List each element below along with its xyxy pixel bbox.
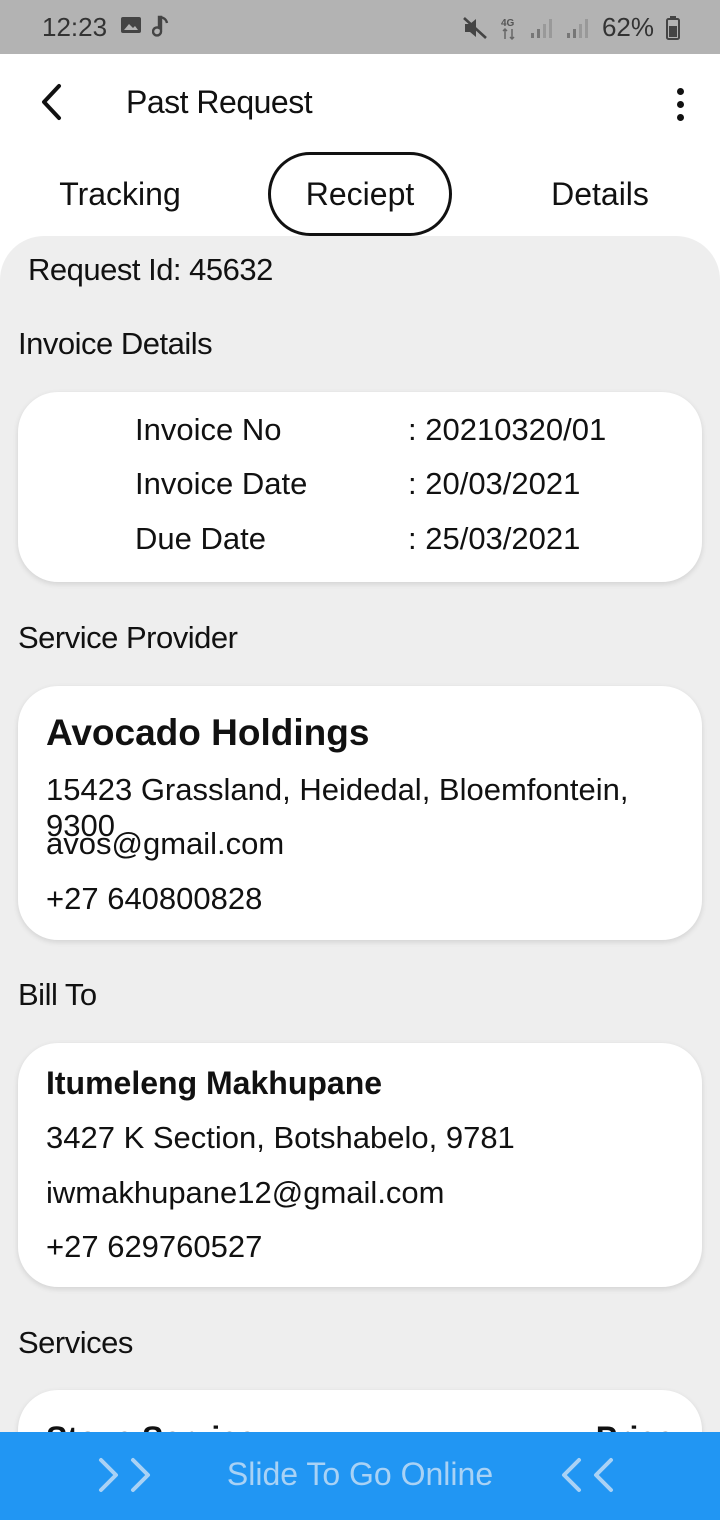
invoice-card: Invoice No : 20210320/01 Invoice Date : … [18,392,702,582]
bill-to-card: Itumeleng Makhupane 3427 K Section, Bots… [18,1043,702,1287]
chevrons-left [558,1456,616,1494]
image-icon [121,17,141,33]
chevron-left-icon [562,1458,581,1492]
customer-name: Itumeleng Makhupane [46,1065,383,1101]
customer-address: 3427 K Section, Botshabelo, 9781 [46,1120,515,1155]
status-time: 12:23 [42,12,108,42]
invoice-row: Invoice No : 20210320/01 [18,412,702,462]
request-id: Request Id: 45632 [28,252,273,287]
battery-icon [666,15,680,40]
invoice-details-label: Invoice Details [18,326,213,361]
battery-percent: 62% [601,12,654,42]
signal-icon [566,18,588,38]
more-options-button[interactable] [666,82,694,126]
back-button[interactable] [30,80,74,124]
invoice-value: : 20210320/01 [408,412,607,447]
provider-email: avos@gmail.com [46,826,285,861]
provider-phone: +27 640800828 [46,881,263,916]
service-provider-label: Service Provider [18,620,238,655]
page-title: Past Request [126,84,313,120]
status-icons-left [120,14,172,38]
slide-to-go-online[interactable]: Slide To Go Online [0,1432,720,1520]
invoice-value: : 25/03/2021 [408,521,581,556]
customer-phone: +27 629760527 [46,1229,263,1264]
signal-icon [530,18,552,38]
svg-text:4G: 4G [501,18,515,29]
services-label: Services [18,1325,133,1360]
service-provider-card: Avocado Holdings 15423 Grassland, Heided… [18,686,702,940]
tab-receipt[interactable]: Reciept [268,152,452,236]
chevron-left-icon [42,84,61,120]
status-icons-right: 4G 62% [462,12,680,43]
invoice-key: Invoice Date [135,466,308,501]
status-bar: 12:23 4G 62% [0,0,720,54]
customer-email: iwmakhupane12@gmail.com [46,1175,445,1210]
content-panel: Request Id: 45632 Invoice Details Invoic… [0,236,720,1520]
4g-icon: 4G [501,18,515,40]
music-note-icon [152,15,169,37]
bill-to-label: Bill To [18,977,97,1012]
tab-details[interactable]: Details [510,152,690,236]
provider-name: Avocado Holdings [46,712,370,753]
invoice-row: Due Date : 25/03/2021 [18,521,702,571]
invoice-key: Due Date [135,521,266,556]
invoice-value: : 20/03/2021 [408,466,581,501]
invoice-key: Invoice No [135,412,282,447]
mute-icon [463,16,487,39]
chevron-left-icon [594,1458,613,1492]
tab-tracking[interactable]: Tracking [30,152,210,236]
more-dots-icon [676,87,684,95]
invoice-row: Invoice Date : 20/03/2021 [18,466,702,516]
